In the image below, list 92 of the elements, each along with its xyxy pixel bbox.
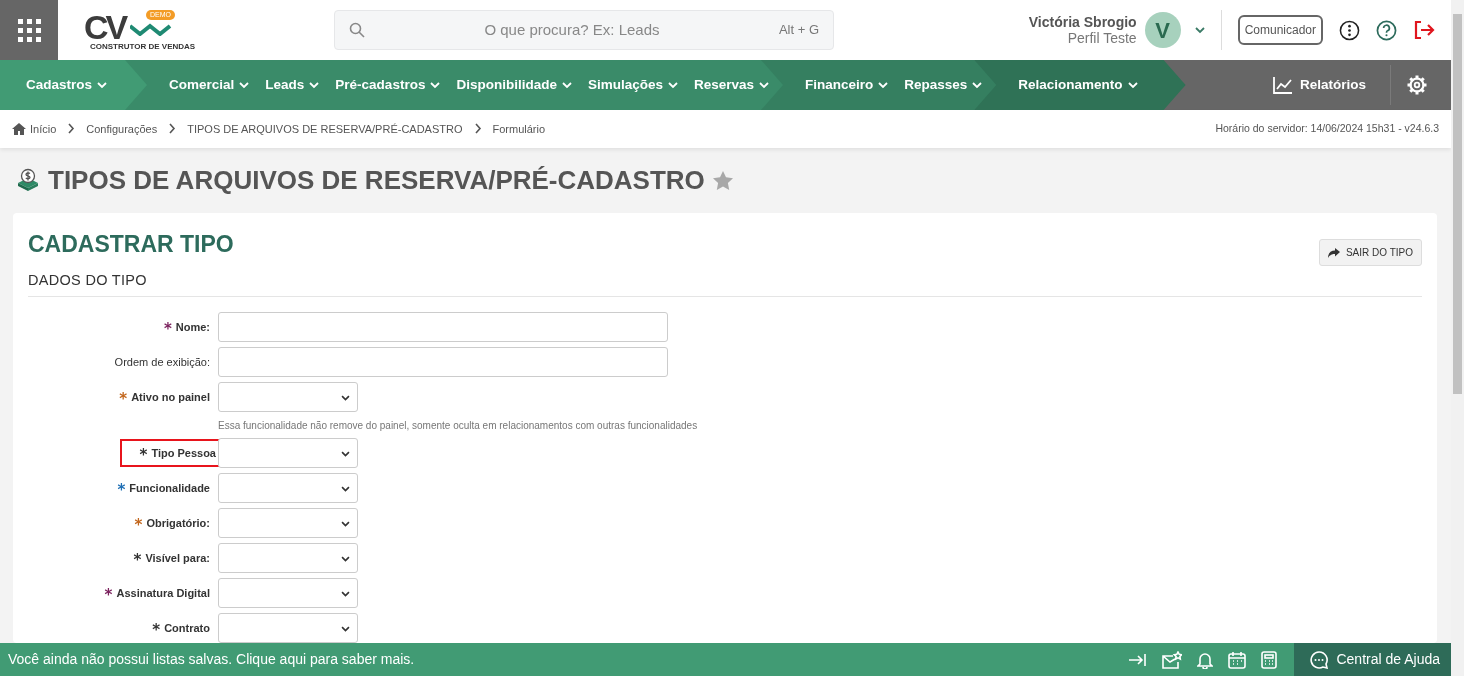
- chevron-down-icon: [309, 80, 320, 90]
- saved-lists-link[interactable]: Você ainda não possui listas salvas. Clique aqui para saber mais.: [0, 649, 415, 670]
- wave-icon: [130, 22, 172, 36]
- nav-menu-item[interactable]: Simulações: [579, 74, 686, 96]
- required-asterisk: *: [152, 620, 161, 636]
- communicator-button[interactable]: Comunicador: [1237, 15, 1323, 45]
- chevron-down-icon: [97, 80, 108, 90]
- mail-star-icon[interactable]: [1162, 650, 1183, 669]
- chevron-down-icon: [561, 80, 572, 90]
- required-asterisk: *: [119, 389, 128, 405]
- field-label: Ordem de exibição:: [114, 354, 210, 370]
- line-chart-icon: [1272, 76, 1293, 94]
- user-profile: Perfil Teste: [1066, 30, 1137, 46]
- collapse-icon[interactable]: [1129, 652, 1148, 667]
- select-dropdown[interactable]: [218, 543, 358, 573]
- breadcrumb-link[interactable]: Formulário: [492, 120, 546, 138]
- required-asterisk: *: [117, 480, 126, 496]
- user-name: Victória Sbrogio: [1028, 14, 1137, 30]
- breadcrumb-link[interactable]: TIPOS DE ARQUIVOS DE RESERVA/PRÉ-CADASTRO: [187, 120, 463, 138]
- select-dropdown[interactable]: [218, 578, 358, 608]
- nav-menu-item[interactable]: Repasses: [896, 74, 991, 96]
- field-label: Nome:: [175, 319, 210, 335]
- chevron-right-icon: [168, 123, 177, 135]
- scrollbar-thumb[interactable]: [1453, 14, 1462, 394]
- star-icon[interactable]: [712, 171, 733, 190]
- text-input[interactable]: [218, 312, 668, 342]
- user-avatar[interactable]: V: [1144, 12, 1181, 48]
- chevron-down-icon[interactable]: [1194, 25, 1205, 35]
- nav-menu-item[interactable]: Disponibilidade: [448, 74, 580, 96]
- required-asterisk: *: [104, 585, 113, 601]
- grid-icon: [17, 18, 41, 42]
- chevron-down-icon: [667, 80, 678, 90]
- nav-menu-item[interactable]: Pré-cadastros: [327, 74, 449, 96]
- required-asterisk: *: [133, 550, 142, 566]
- apps-menu-button[interactable]: [0, 0, 58, 60]
- field-label: Contrato: [164, 620, 210, 636]
- select-dropdown[interactable]: [218, 438, 358, 468]
- server-time: Horário do servidor: 14/06/2024 15h31 - v24.6.3: [1215, 121, 1439, 136]
- required-asterisk: *: [163, 319, 172, 335]
- breadcrumb-link[interactable]: Configurações: [86, 120, 158, 138]
- help-icon[interactable]: [1376, 19, 1397, 41]
- nav-menu-item[interactable]: Relacionamento: [1010, 74, 1146, 96]
- logo-tagline: CONSTRUTOR DE VENDAS: [90, 41, 196, 53]
- field-label: Obrigatório:: [146, 515, 210, 531]
- chevron-right-icon: [473, 123, 482, 135]
- chevron-down-icon: [878, 80, 889, 90]
- chevron-down-icon: [1127, 80, 1138, 90]
- nav-menu-item[interactable]: Cadastros: [18, 74, 116, 96]
- field-label: Funcionalidade: [129, 480, 210, 496]
- chevron-right-icon: [67, 123, 76, 135]
- more-options-icon[interactable]: [1339, 19, 1360, 41]
- chevron-down-icon: [430, 80, 441, 90]
- chevron-down-icon: [972, 80, 983, 90]
- chevron-down-icon: [759, 80, 769, 90]
- share-arrow-icon: [1327, 247, 1340, 258]
- select-dropdown[interactable]: [218, 613, 358, 643]
- field-label: Visível para:: [145, 550, 210, 566]
- nav-menu-item[interactable]: Comercial: [161, 74, 258, 96]
- nav-menu-item[interactable]: Financeiro: [797, 74, 897, 96]
- settings-icon[interactable]: [1407, 75, 1427, 95]
- required-asterisk: *: [134, 515, 143, 531]
- select-dropdown[interactable]: [218, 508, 358, 538]
- reports-link[interactable]: Relatórios: [1264, 74, 1374, 96]
- exit-button[interactable]: SAIR DO TIPO: [1318, 239, 1422, 267]
- logo-text: CV: [84, 12, 126, 42]
- money-box-icon: [16, 168, 40, 193]
- select-dropdown[interactable]: [218, 473, 358, 503]
- logout-icon[interactable]: [1413, 20, 1435, 40]
- search-input[interactable]: O que procura? Ex: Leads: [365, 17, 779, 43]
- bell-icon[interactable]: [1197, 650, 1214, 669]
- required-asterisk: *: [139, 445, 148, 461]
- breadcrumb-link[interactable]: Início: [30, 120, 57, 138]
- field-label: Tipo Pessoa: [151, 445, 216, 461]
- search-field[interactable]: O que procura? Ex: Leads Alt + G: [334, 10, 834, 50]
- field-label: Assinatura Digital: [116, 585, 210, 601]
- text-input[interactable]: [218, 347, 668, 377]
- home-icon: [12, 122, 26, 135]
- section-heading: DADOS DO TIPO: [28, 270, 1422, 297]
- page-title: TIPOS DE ARQUIVOS DE RESERVA/PRÉ-CADASTRO: [48, 164, 705, 197]
- nav-menu-item[interactable]: Reservas: [685, 74, 777, 96]
- calculator-icon[interactable]: [1261, 650, 1278, 669]
- nav-menu-item[interactable]: Leads: [257, 74, 328, 96]
- form-title: CADASTRAR TIPO: [28, 231, 234, 259]
- help-text: Essa funcionalidade não remove do painel, somente oculta em relacionamentos com outras funcionalidades: [218, 419, 699, 433]
- select-dropdown[interactable]: [218, 382, 358, 412]
- calendar-icon[interactable]: [1228, 650, 1247, 669]
- search-icon: [349, 22, 365, 38]
- help-center-button[interactable]: Central de Ajuda: [1294, 643, 1451, 676]
- chevron-down-icon: [239, 80, 250, 90]
- chat-bubble-icon: [1310, 650, 1329, 669]
- field-label: Ativo no painel: [131, 389, 210, 405]
- shortcut-hint: Alt + G: [778, 21, 819, 40]
